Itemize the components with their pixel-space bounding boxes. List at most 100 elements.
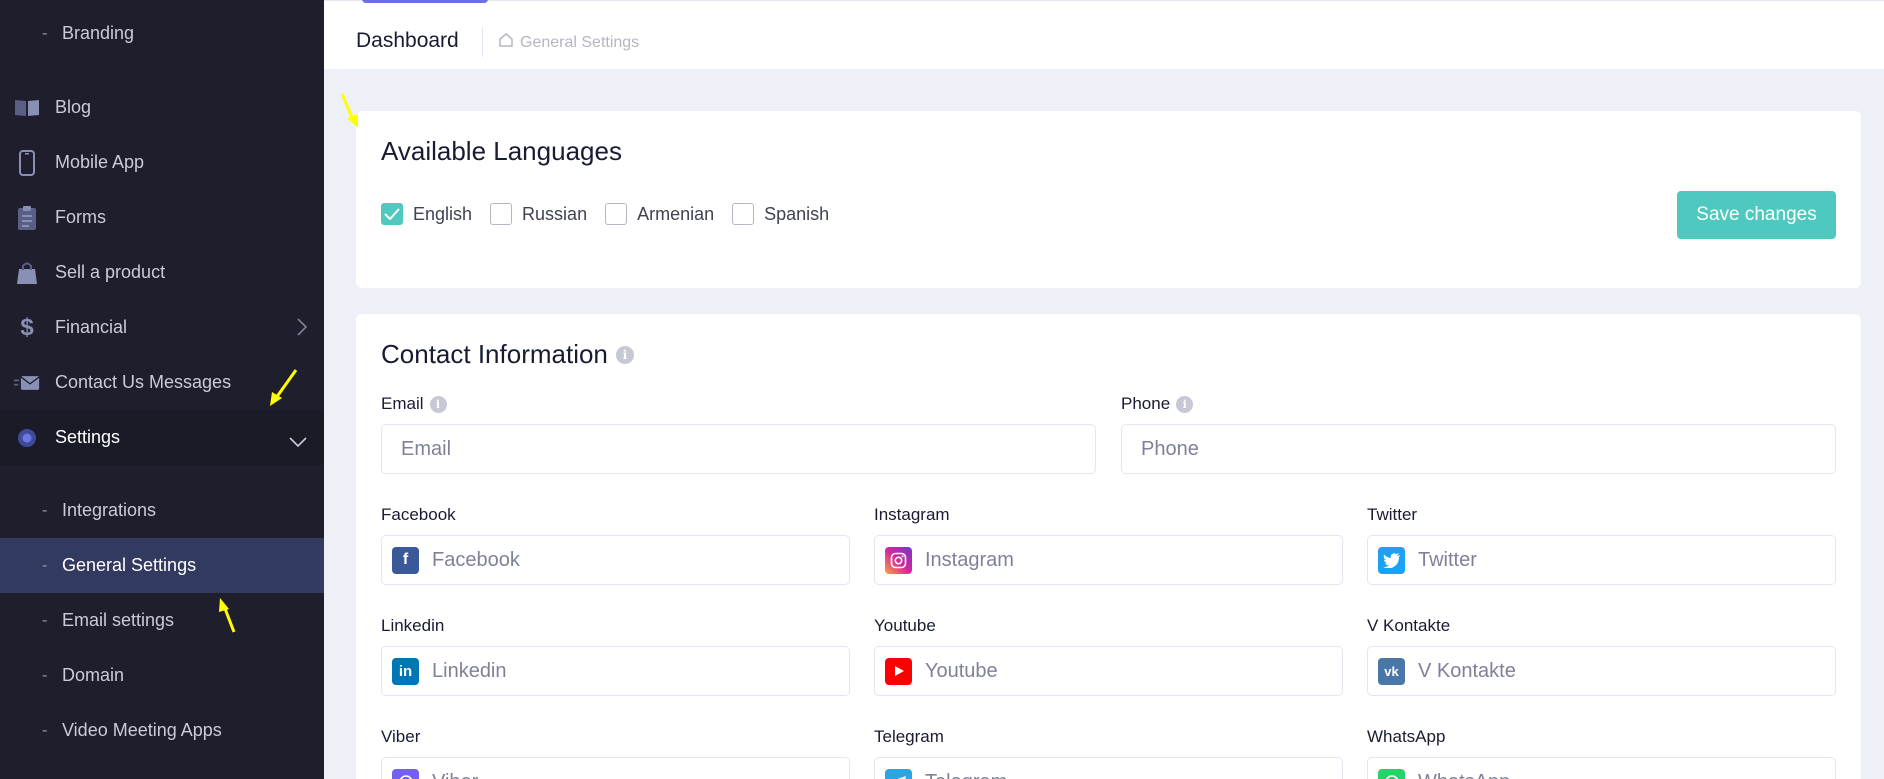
sidebar-item-settings[interactable]: Settings <box>0 410 324 465</box>
sidebar-subitem-domain[interactable]: - Domain <box>0 648 324 703</box>
header-divider <box>482 28 483 57</box>
viber-field[interactable] <box>381 757 850 779</box>
language-option-english[interactable]: English <box>381 203 472 225</box>
sidebar-subitem-label: Video Meeting Apps <box>62 720 222 740</box>
vk-icon: vk <box>1378 657 1405 685</box>
linkedin-field[interactable]: in <box>381 646 850 696</box>
instagram-input[interactable] <box>925 548 1342 572</box>
youtube-icon <box>885 657 912 685</box>
telegram-input[interactable] <box>925 770 1342 779</box>
phone-label-text: Phone <box>1121 394 1171 413</box>
active-tab-indicator <box>362 0 488 3</box>
dollar-icon: $ <box>20 313 34 341</box>
save-changes-button[interactable]: Save changes <box>1677 191 1836 239</box>
whatsapp-field[interactable] <box>1367 757 1836 779</box>
sidebar-subitem-label: Domain <box>62 665 125 685</box>
breadcrumb-label: General Settings <box>520 33 640 51</box>
gear-icon <box>14 425 40 451</box>
sidebar-item-forms[interactable]: Forms <box>0 190 324 245</box>
linkedin-icon: in <box>392 657 419 685</box>
instagram-icon <box>885 546 912 574</box>
sidebar-item-label: Blog <box>55 97 92 117</box>
sidebar-dash: - <box>42 24 48 42</box>
sidebar-subitem-label: Email settings <box>62 610 175 630</box>
phone-label: Phone i <box>1121 394 1194 414</box>
email-field[interactable] <box>381 424 1096 474</box>
phone-field[interactable] <box>1121 424 1836 474</box>
language-option-spanish[interactable]: Spanish <box>732 203 829 225</box>
sidebar-subitem-general-settings[interactable]: - General Settings <box>0 538 324 593</box>
email-label-text: Email <box>381 394 424 413</box>
vkontakte-label: V Kontakte <box>1367 616 1451 635</box>
sidebar-dash: - <box>42 721 48 739</box>
email-input[interactable] <box>401 437 1095 461</box>
telegram-label: Telegram <box>874 727 944 746</box>
contact-title-text: Contact Information <box>381 339 608 369</box>
envelope-icon <box>14 370 40 396</box>
youtube-input[interactable] <box>925 659 1342 683</box>
facebook-input[interactable] <box>432 548 849 572</box>
language-option-russian[interactable]: Russian <box>490 203 587 225</box>
home-icon <box>498 32 520 53</box>
contact-card: Contact Information i Email i Phone i Fa… <box>356 314 1861 779</box>
checkbox[interactable] <box>490 203 513 225</box>
sidebar-subitem-label: Integrations <box>62 500 157 520</box>
whatsapp-input[interactable] <box>1418 770 1835 779</box>
sidebar-item-label: Forms <box>55 207 106 227</box>
info-icon[interactable]: i <box>1176 395 1194 413</box>
sidebar-subitem-email-settings[interactable]: - Email settings <box>0 593 324 648</box>
sidebar-item-mobile-app[interactable]: Mobile App <box>0 135 324 190</box>
header: Dashboard General Settings <box>324 0 1884 69</box>
language-options: English Russian Armenian Spanish <box>381 203 847 225</box>
chevron-right-icon <box>296 317 308 342</box>
sidebar-item-blog[interactable]: Blog <box>0 80 324 135</box>
breadcrumb[interactable]: General Settings <box>498 32 639 53</box>
whatsapp-icon <box>1378 768 1405 779</box>
vkontakte-input[interactable] <box>1418 659 1835 683</box>
languages-title: Available Languages <box>381 136 622 166</box>
languages-card: Available Languages English Russian Arme… <box>356 111 1861 288</box>
linkedin-label: Linkedin <box>381 616 445 635</box>
language-label: English <box>413 203 473 224</box>
checkbox[interactable] <box>605 203 628 225</box>
sidebar-item-sell-product[interactable]: Sell a product <box>0 245 324 300</box>
language-label: Spanish <box>764 203 830 224</box>
viber-label: Viber <box>381 727 421 746</box>
instagram-field[interactable] <box>874 535 1343 585</box>
language-label: Armenian <box>637 203 715 224</box>
annotation-arrow-icon <box>340 93 358 128</box>
vkontakte-field[interactable]: vk <box>1367 646 1836 696</box>
sidebar-item-label: Mobile App <box>55 152 145 172</box>
viber-icon <box>392 768 419 779</box>
youtube-field[interactable] <box>874 646 1343 696</box>
linkedin-input[interactable] <box>432 659 849 683</box>
checkbox[interactable] <box>732 203 755 225</box>
sidebar-item-label: Contact Us Messages <box>55 372 232 392</box>
twitter-input[interactable] <box>1418 548 1835 572</box>
clipboard-icon <box>14 205 40 231</box>
phone-input[interactable] <box>1141 437 1835 461</box>
sidebar-dash: - <box>42 611 48 629</box>
sidebar-item-label: Financial <box>55 317 128 337</box>
viber-input[interactable] <box>432 770 849 779</box>
info-icon[interactable]: i <box>429 395 447 413</box>
twitter-label: Twitter <box>1367 505 1418 524</box>
twitter-field[interactable] <box>1367 535 1836 585</box>
info-icon[interactable]: i <box>615 345 634 364</box>
sidebar-subitem-video-meeting-apps[interactable]: - Video Meeting Apps <box>0 703 324 758</box>
sidebar-subitem-branding[interactable]: - Branding <box>0 6 324 61</box>
sidebar-item-label: Settings <box>55 427 121 447</box>
facebook-field[interactable]: f <box>381 535 850 585</box>
annotation-arrow-icon <box>219 598 236 633</box>
telegram-field[interactable] <box>874 757 1343 779</box>
sidebar-subitem-integrations[interactable]: - Integrations <box>0 483 324 538</box>
checkbox-checked[interactable] <box>381 203 403 225</box>
annotation-arrow-icon <box>270 369 298 406</box>
sidebar-subitem-label: Branding <box>62 23 135 43</box>
sidebar-dash: - <box>42 666 48 684</box>
phone-icon <box>14 149 40 176</box>
whatsapp-label: WhatsApp <box>1367 727 1446 746</box>
language-option-armenian[interactable]: Armenian <box>605 203 714 225</box>
sidebar-item-financial[interactable]: $ Financial <box>0 300 324 355</box>
email-label: Email i <box>381 394 447 414</box>
